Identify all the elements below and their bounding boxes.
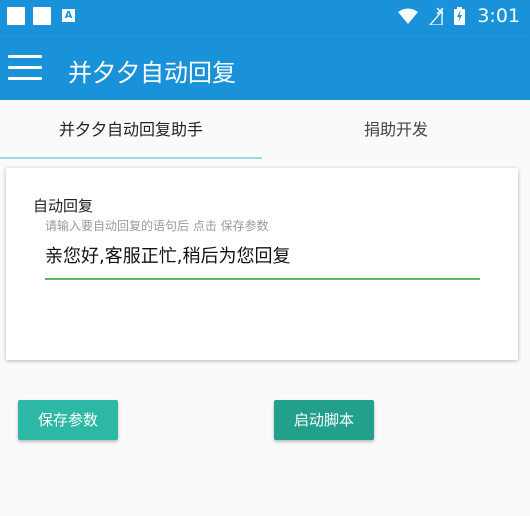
- notification-square-icon: [33, 7, 51, 25]
- auto-reply-input[interactable]: [45, 244, 480, 265]
- tab-indicator: [0, 157, 262, 159]
- battery-icon: [454, 7, 466, 25]
- input-underline: [45, 278, 480, 280]
- save-params-button[interactable]: 保存参数: [18, 400, 118, 440]
- no-sim-icon: [429, 7, 444, 25]
- tab-donate[interactable]: 捐助开发: [262, 100, 530, 160]
- hamburger-menu-icon[interactable]: [8, 55, 42, 85]
- tab-bar: 并夕夕自动回复助手 捐助开发: [0, 100, 530, 160]
- app-bar: 并夕夕自动回复: [0, 33, 530, 100]
- auto-reply-card: 自动回复 请输入要自动回复的语句后 点击 保存参数: [6, 168, 518, 360]
- app-title: 并夕夕自动回复: [68, 59, 236, 87]
- notification-square-icon: [7, 7, 25, 25]
- start-script-button[interactable]: 启动脚本: [274, 400, 374, 440]
- input-hint: 请输入要自动回复的语句后 点击 保存参数: [45, 219, 269, 233]
- status-bar: A 3:01: [0, 0, 530, 33]
- clock: 3:01: [477, 5, 520, 27]
- font-a-icon: A: [62, 9, 75, 22]
- tab-auto-reply-assistant[interactable]: 并夕夕自动回复助手: [0, 100, 262, 160]
- auto-reply-label: 自动回复: [33, 197, 94, 215]
- wifi-icon: [398, 8, 419, 24]
